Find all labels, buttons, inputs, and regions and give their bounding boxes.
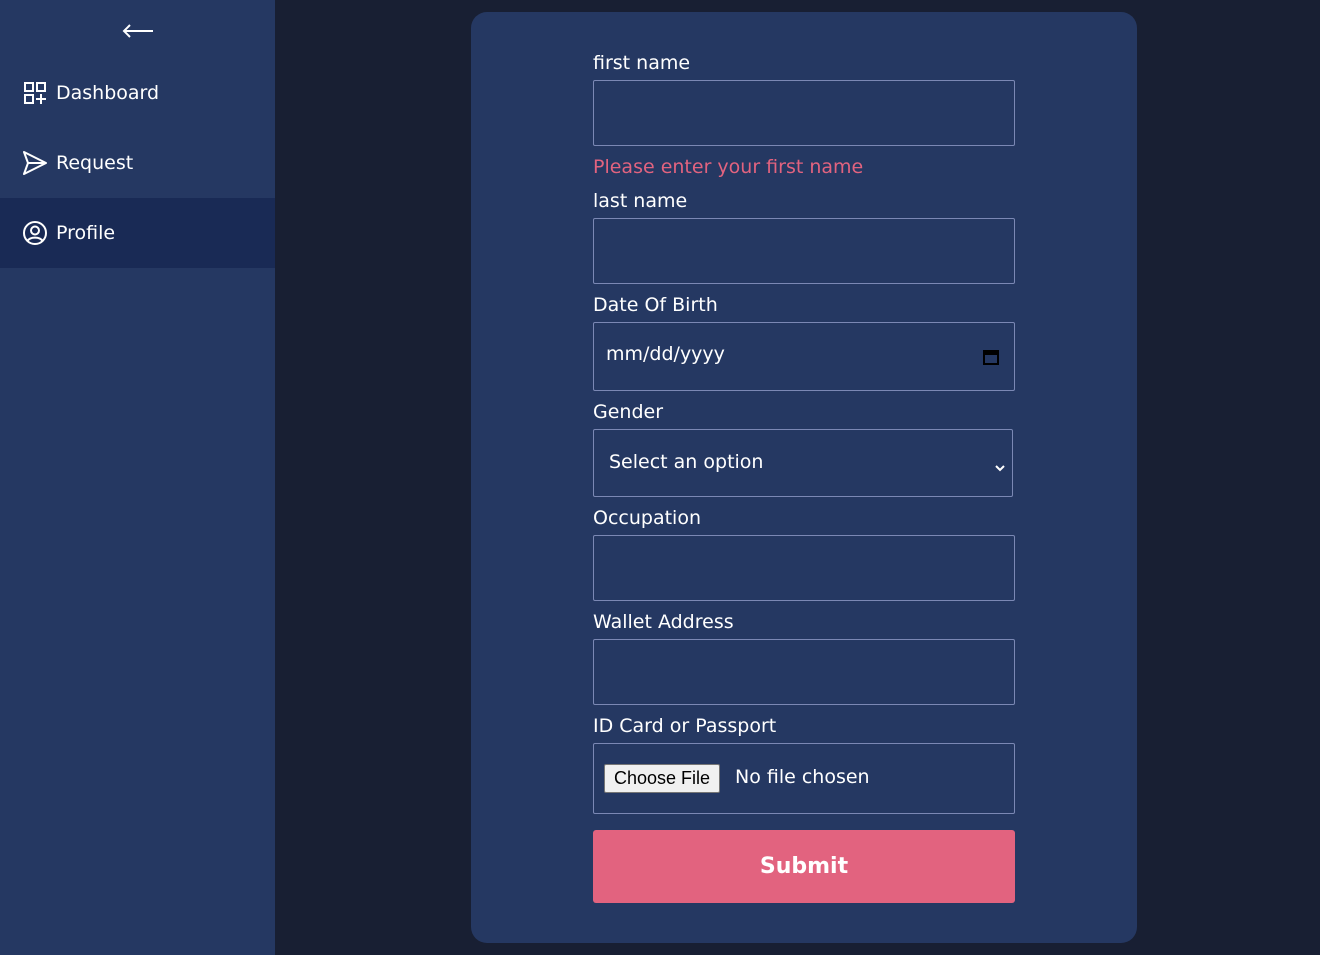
dob-field[interactable]: mm/dd/yyyy [593, 322, 1015, 391]
first-name-field[interactable] [593, 80, 1015, 146]
gender-label: Gender [593, 401, 664, 423]
sidebar-item-label: Dashboard [56, 82, 160, 104]
dob-placeholder: mm/dd/yyyy [606, 343, 725, 365]
occupation-input[interactable] [594, 536, 1014, 600]
wallet-address-field[interactable] [593, 639, 1015, 705]
sidebar-item-request[interactable]: Request [0, 128, 275, 198]
arrow-left-icon [122, 23, 154, 42]
sidebar-item-profile[interactable]: Profile [0, 198, 275, 268]
last-name-field[interactable] [593, 218, 1015, 284]
last-name-input[interactable] [594, 219, 1014, 283]
user-circle-icon [22, 220, 48, 246]
dashboard-grid-icon [22, 80, 48, 106]
file-status-text: No file chosen [735, 766, 870, 788]
back-button[interactable] [120, 18, 156, 46]
id-document-field: Choose File No file chosen [593, 743, 1015, 814]
sidebar-item-label: Request [56, 152, 134, 174]
first-name-label: first name [593, 52, 691, 74]
chevron-down-icon [994, 458, 1006, 477]
last-name-label: last name [593, 190, 688, 212]
occupation-label: Occupation [593, 507, 701, 529]
choose-file-button[interactable]: Choose File [604, 764, 721, 793]
gender-selected-value: Select an option [609, 451, 764, 473]
sidebar-item-dashboard[interactable]: Dashboard [0, 58, 275, 128]
first-name-input[interactable] [594, 81, 1014, 145]
submit-button[interactable]: Submit [593, 830, 1015, 903]
first-name-error: Please enter your first name [593, 156, 864, 178]
sidebar-item-label: Profile [56, 222, 116, 244]
dob-label: Date Of Birth [593, 294, 718, 316]
calendar-icon[interactable] [982, 348, 1000, 370]
sidebar: Dashboard Request Profile [0, 0, 275, 955]
id-document-label: ID Card or Passport [593, 715, 777, 737]
send-icon [22, 150, 48, 176]
wallet-address-label: Wallet Address [593, 611, 734, 633]
wallet-address-input[interactable] [594, 640, 1014, 704]
gender-select[interactable]: Select an option [593, 429, 1013, 497]
occupation-field[interactable] [593, 535, 1015, 601]
